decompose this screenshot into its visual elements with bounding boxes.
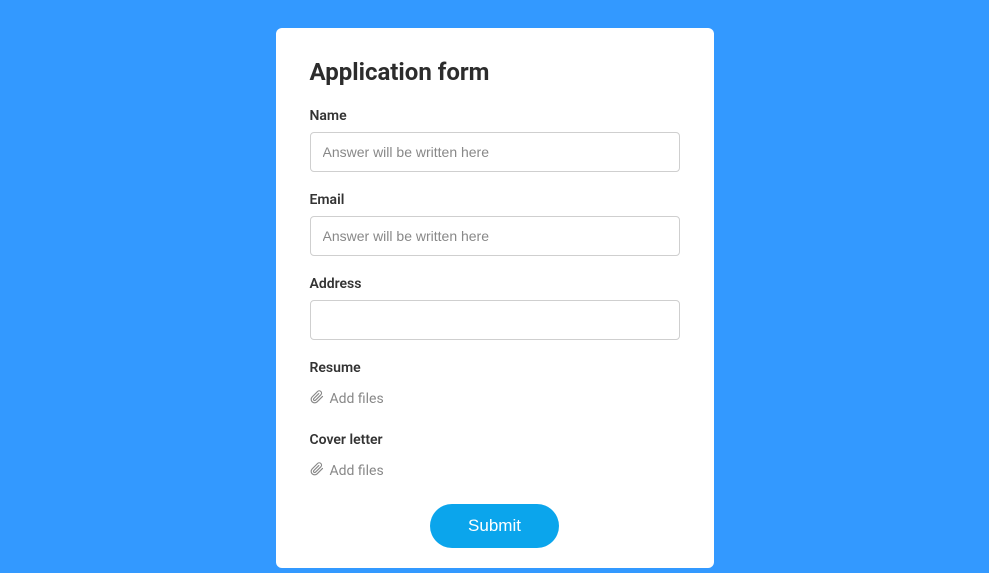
resume-label: Resume xyxy=(310,360,680,376)
attachment-icon xyxy=(310,390,324,408)
name-input[interactable] xyxy=(310,132,680,172)
email-label: Email xyxy=(310,192,680,208)
address-field-group: Address xyxy=(310,276,680,340)
submit-row: Submit xyxy=(310,504,680,548)
cover-letter-label: Cover letter xyxy=(310,432,680,448)
attachment-icon xyxy=(310,462,324,480)
name-field-group: Name xyxy=(310,108,680,172)
email-field-group: Email xyxy=(310,192,680,256)
resume-field-group: Resume Add files xyxy=(310,360,680,408)
name-label: Name xyxy=(310,108,680,124)
resume-add-files-button[interactable]: Add files xyxy=(310,390,384,408)
cover-letter-field-group: Cover letter Add files xyxy=(310,432,680,480)
application-form-card: Application form Name Email Address Resu… xyxy=(276,28,714,568)
resume-add-files-text: Add files xyxy=(330,391,384,407)
cover-letter-add-files-button[interactable]: Add files xyxy=(310,462,384,480)
form-title: Application form xyxy=(310,58,680,86)
email-input[interactable] xyxy=(310,216,680,256)
address-input[interactable] xyxy=(310,300,680,340)
address-label: Address xyxy=(310,276,680,292)
cover-letter-add-files-text: Add files xyxy=(330,463,384,479)
submit-button[interactable]: Submit xyxy=(430,504,559,548)
